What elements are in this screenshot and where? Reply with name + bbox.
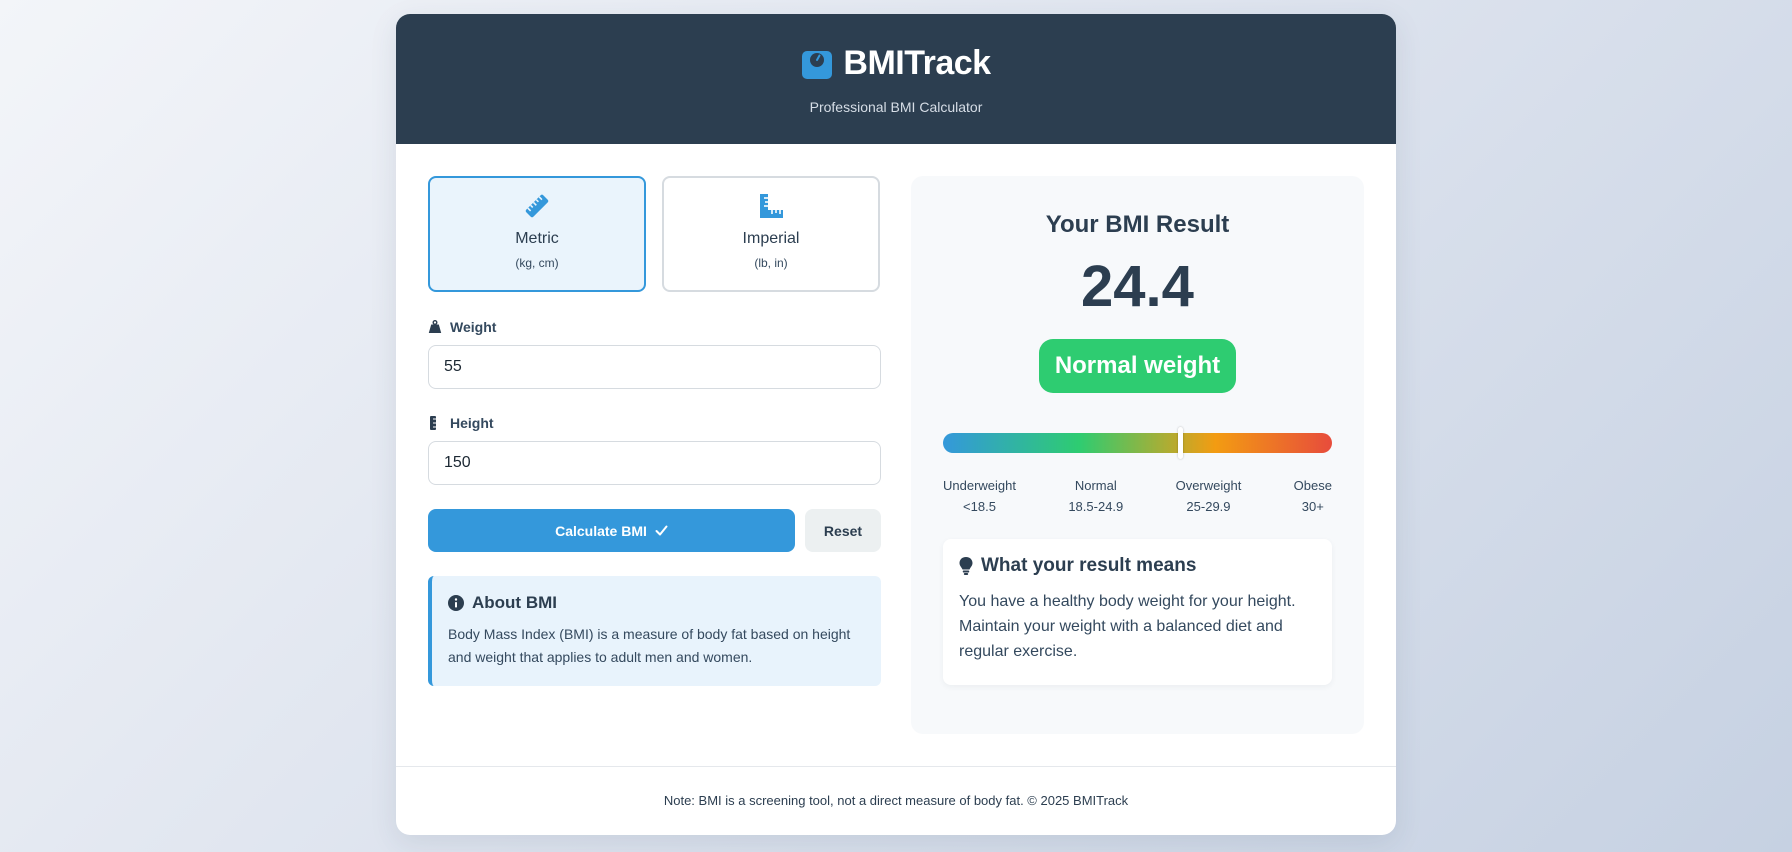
scale-range-text: 30+: [1301, 499, 1324, 514]
result-panel: Your BMI Result 24.4 Normal weight Under…: [911, 176, 1364, 734]
info-circle-icon: [448, 595, 464, 611]
weight-label-text: Weight: [450, 319, 497, 335]
unit-option-metric[interactable]: Metric (kg, cm): [428, 176, 646, 292]
scale-range-text: <18.5: [963, 499, 996, 514]
weight-input[interactable]: [428, 345, 881, 389]
weight-scale-icon: [802, 50, 833, 79]
meaning-title-text: What your result means: [981, 555, 1197, 576]
height-label-text: Height: [450, 415, 494, 431]
height-input[interactable]: [428, 441, 881, 485]
meaning-text: You have a healthy body weight for your …: [959, 593, 1296, 660]
check-icon: [655, 525, 668, 536]
scale-label-text: Obese: [1293, 478, 1332, 493]
unit-selector: Metric (kg, cm) Imperial (lb, in): [428, 176, 881, 292]
scale-label-text: Overweight: [1175, 478, 1242, 493]
result-title: Your BMI Result: [1045, 211, 1230, 238]
unit-sub-metric: (kg, cm): [515, 256, 559, 270]
calculate-button[interactable]: Calculate BMI: [428, 509, 795, 552]
scale-label-normal: Normal 18.5-24.9: [1068, 475, 1123, 517]
scale-labels: Underweight <18.5 Normal 18.5-24.9 Overw…: [943, 475, 1332, 517]
about-bmi-box: About BMI Body Mass Index (BMI) is a mea…: [428, 576, 881, 686]
ruler-combined-icon: [760, 194, 783, 218]
calculator-card: BMITrack Professional BMI Calculator Met: [396, 14, 1396, 835]
scale-label-text: Normal: [1074, 478, 1117, 493]
app-header: BMITrack Professional BMI Calculator: [396, 14, 1396, 144]
lightbulb-icon: [959, 557, 973, 575]
scale-label-text: Underweight: [943, 478, 1016, 493]
app-subtitle: Professional BMI Calculator: [809, 99, 983, 115]
footer-note: Note: BMI is a screening tool, not a dir…: [663, 793, 1129, 808]
app-title: BMITrack: [843, 44, 991, 82]
unit-name-metric: Metric: [515, 230, 559, 247]
brand: BMITrack: [396, 44, 1396, 83]
calculate-button-label: Calculate BMI: [555, 522, 647, 539]
input-panel: Metric (kg, cm) Imperial (lb, in) Weight…: [428, 176, 881, 686]
about-title: About BMI: [448, 593, 863, 613]
bmi-scale-bar: [943, 427, 1332, 459]
unit-sub-imperial: (lb, in): [754, 256, 788, 270]
ruler-icon: [525, 194, 549, 218]
bmi-scale-marker: [1177, 427, 1183, 459]
ruler-vertical-icon: [430, 416, 436, 430]
unit-option-imperial[interactable]: Imperial (lb, in): [662, 176, 880, 292]
reset-button[interactable]: Reset: [805, 509, 881, 552]
scale-label-underweight: Underweight <18.5: [943, 475, 1016, 517]
scale-range-text: 18.5-24.9: [1068, 499, 1124, 514]
weight-hanging-icon: [428, 320, 442, 333]
result-meaning-box: What your result means You have a health…: [943, 539, 1332, 685]
scale-label-obese: Obese 30+: [1294, 475, 1332, 517]
category-wrap: Normal weight: [943, 339, 1332, 393]
meaning-title: What your result means: [959, 555, 1316, 577]
bmi-value: 24.4: [1081, 254, 1194, 319]
category-badge: Normal weight: [1038, 339, 1237, 393]
weight-label: Weight: [428, 319, 881, 335]
action-row: Calculate BMI Reset: [428, 509, 881, 552]
scale-label-overweight: Overweight 25-29.9: [1176, 475, 1242, 517]
unit-name-imperial: Imperial: [742, 230, 800, 247]
about-text: Body Mass Index (BMI) is a measure of bo…: [448, 626, 851, 665]
scale-range-text: 25-29.9: [1186, 499, 1231, 514]
height-label: Height: [428, 415, 881, 431]
footer: Note: BMI is a screening tool, not a dir…: [396, 766, 1396, 835]
about-title-text: About BMI: [472, 593, 557, 612]
